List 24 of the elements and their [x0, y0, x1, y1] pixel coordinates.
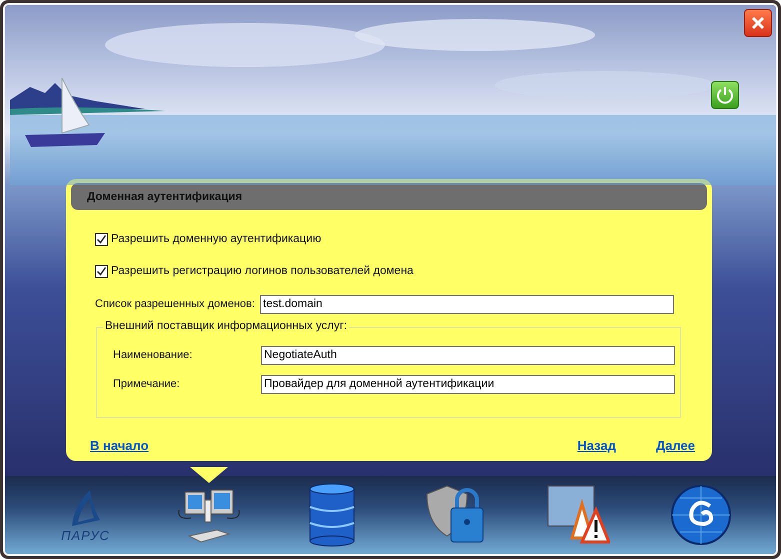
back-link[interactable]: Назад: [577, 438, 616, 453]
globe-icon: [670, 484, 732, 546]
checkbox-label: Разрешить регистрацию логинов пользователей домена: [111, 265, 414, 277]
checkbox-label: Разрешить доменную аутентификацию: [111, 233, 322, 245]
nav-button[interactable]: [546, 484, 610, 546]
text-input[interactable]: Провайдер для доменной аутентификации: [261, 374, 675, 394]
field-label: Список разрешенных доменов:: [95, 298, 256, 310]
field-label: Примечание:: [113, 378, 181, 390]
warning-signs-icon: [546, 484, 610, 546]
domains-input[interactable]: test.domain: [260, 294, 674, 314]
power-icon: [716, 86, 734, 104]
checkbox[interactable]: [95, 264, 108, 278]
text-input[interactable]: NegotiateAuth: [261, 346, 675, 364]
start-link[interactable]: В начало: [90, 438, 149, 453]
nav-button[interactable]: [670, 484, 732, 546]
group-title: Внешний поставщик информационных услуг:: [103, 320, 350, 332]
power-button[interactable]: [711, 81, 739, 109]
next-link[interactable]: Далее: [656, 438, 695, 453]
close-button[interactable]: [744, 9, 772, 37]
panel-title: Доменная аутентификация: [87, 190, 242, 202]
checkbox[interactable]: [95, 232, 108, 246]
field-label: Наименование:: [113, 349, 194, 361]
close-icon: [751, 16, 765, 30]
logo-text: ПАРУС: [61, 528, 110, 542]
